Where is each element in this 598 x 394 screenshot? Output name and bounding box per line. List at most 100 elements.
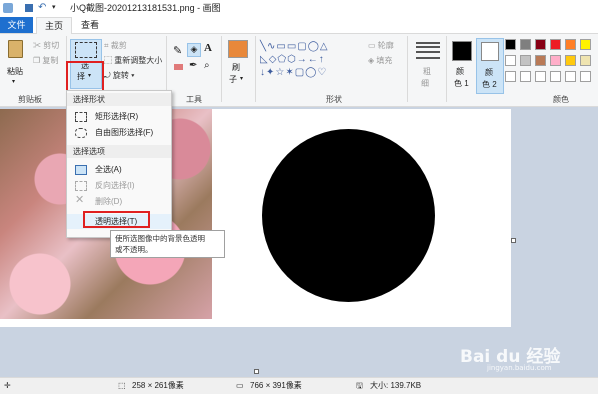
shapes-gallery[interactable]: ╲∿▭▭▢◯△ ◺◇⬠⬡→←↑ ↓✦☆✶▢◯♡ [260,40,360,84]
quick-access-dropdown-icon[interactable]: ▾ [52,3,56,11]
size-button[interactable]: 粗 细 [413,38,443,90]
cut-button[interactable]: ✂ 剪切 [33,40,59,51]
palette-swatch[interactable] [580,39,591,50]
save-icon[interactable] [25,4,33,12]
resize-label: 重新调整大小 [114,56,163,65]
disk-icon: 🖫 [356,381,363,390]
black-circle [262,129,435,302]
palette-swatch-empty[interactable] [580,71,591,82]
color-palette [505,39,598,89]
menu-item-free-select[interactable]: 自由图形选择(F) [67,125,171,140]
size-label-line2: 细 [421,79,429,88]
brushes-button[interactable]: 刷 子 ▾ [226,38,250,90]
palette-swatch-empty[interactable] [520,71,531,82]
image-size-icon: ▭ [236,381,244,390]
color1-label-line2: 色 1 [454,79,469,88]
file-size: 大小: 139.7KB [370,381,422,390]
menu-item-rect-select[interactable]: 矩形选择(R) [67,109,171,124]
palette-swatch-empty[interactable] [535,71,546,82]
transparent-select-highlight [83,211,150,228]
select-all-icon [75,165,87,175]
divider [407,36,408,102]
outline-icon: ▭ [368,41,376,50]
palette-swatch[interactable] [505,39,516,50]
color2-button[interactable]: 颜 色 2 [476,38,504,94]
palette-swatch[interactable] [565,55,576,66]
color2-label-line1: 颜 [485,68,493,77]
colors-group-label: 颜色 [553,95,569,104]
menu-item-delete[interactable]: ✕ 删除(D) [67,194,171,209]
shapes-group-label: 形状 [326,95,342,104]
menu-item-label: 自由图形选择(F) [95,128,154,137]
fill-label: 填充 [376,56,393,65]
tab-view[interactable]: 查看 [74,17,106,33]
paste-button[interactable]: 粘贴 ▾ [4,38,26,86]
shapes-row-1: ╲∿▭▭▢◯△ [260,41,329,52]
paste-label: 粘贴 [7,67,23,76]
pencil-icon[interactable]: ✎ [173,44,182,57]
crop-button[interactable]: ⌗ 裁剪 [104,40,127,51]
divider [221,36,222,102]
palette-swatch[interactable] [535,39,546,50]
copy-button[interactable]: ❐ 复制 [33,55,58,66]
palette-swatch[interactable] [550,39,561,50]
cut-label: 剪切 [43,41,60,50]
shapes-row-3: ↓✦☆✶▢◯♡ [260,67,328,78]
palette-swatch[interactable] [550,55,561,66]
clipboard-icon [8,40,23,58]
tab-file[interactable]: 文件 [0,17,33,33]
cursor-position-icon: ✛ [4,381,11,390]
line-weight-icon [416,42,440,44]
copy-icon: ❐ [33,56,41,65]
magnifier-icon[interactable]: ⌕ [204,60,210,71]
chevron-down-icon: ▾ [240,76,244,82]
tools-group-label: 工具 [186,95,202,104]
rectangle-select-icon [75,112,87,122]
fill-button[interactable]: ◈ 填充 [368,55,392,66]
clipboard-group-label: 剪贴板 [18,95,42,104]
image-size: 766 × 391像素 [250,381,302,390]
text-tool-icon[interactable]: A [204,42,212,54]
palette-swatch[interactable] [520,39,531,50]
palette-swatch[interactable] [580,55,591,66]
resize-icon: ⬚ [104,56,112,65]
menu-header-options: 选择选项 [67,145,171,158]
menu-item-label: 矩形选择(R) [95,112,139,121]
outline-label: 轮廓 [377,41,394,50]
undo-icon[interactable]: ↶ [38,2,46,13]
shapes-row-2: ◺◇⬠⬡→←↑ [260,54,325,65]
watermark-url: jingyan.baidu.com [487,364,552,372]
color1-button[interactable]: 颜 色 1 [450,38,474,92]
ribbon-tabs: 文件 主页 查看 [0,17,598,35]
color-picker-icon[interactable]: ✒ [189,60,197,71]
menu-item-label: 反向选择(I) [95,181,135,190]
palette-swatch-empty[interactable] [550,71,561,82]
canvas-resize-handle-right[interactable] [511,238,516,243]
tooltip-line1: 使所选图像中的背景色透明 [115,234,205,243]
crop-icon: ⌗ [104,41,109,50]
app-icon [3,3,13,13]
size-label-line1: 粗 [423,67,431,76]
fill-bucket-icon[interactable]: ◈ [187,43,201,57]
brushes-label-line1: 刷 [232,63,240,72]
palette-swatch[interactable] [505,55,516,66]
palette-swatch[interactable] [535,55,546,66]
rotate-icon: ⤾ [104,71,111,80]
palette-swatch-empty[interactable] [565,71,576,82]
menu-item-invert-select[interactable]: 反向选择(I) [67,178,171,193]
palette-swatch-empty[interactable] [505,71,516,82]
resize-button[interactable]: ⬚ 重新调整大小 [104,55,162,66]
outline-button[interactable]: ▭ 轮廓 [368,40,394,51]
fill-icon: ◈ [368,56,375,65]
rotate-label: 旋转 [112,71,129,80]
menu-item-select-all[interactable]: 全选(A) [67,162,171,177]
tab-home[interactable]: 主页 [36,17,72,35]
invert-select-icon [75,181,87,191]
palette-swatch[interactable] [520,55,531,66]
eraser-icon[interactable] [174,64,183,70]
delete-icon: ✕ [75,194,85,206]
divider [446,36,447,102]
palette-swatch[interactable] [565,39,576,50]
canvas-resize-handle-bottom[interactable] [254,369,259,374]
rotate-button[interactable]: ⤾ 旋转 ▾ [104,70,135,81]
